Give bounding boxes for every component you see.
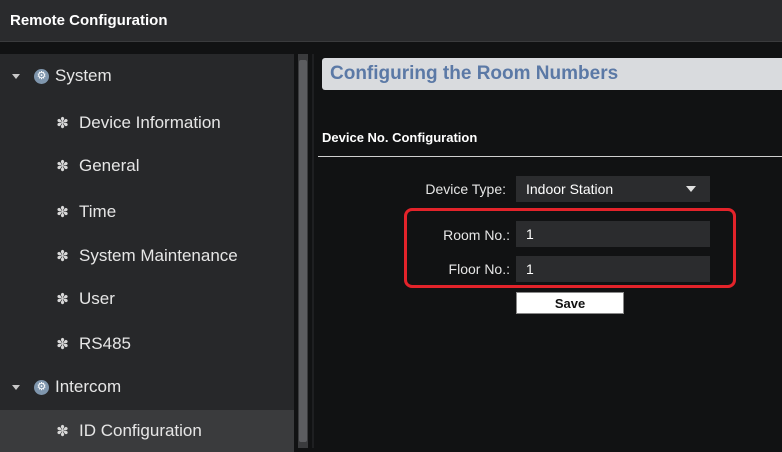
sidebar-item-label: General [79, 156, 140, 175]
gear-icon: ⚙ [34, 379, 49, 395]
sidebar-group-label: System [55, 66, 112, 85]
sidebar-item-label: RS485 [79, 334, 131, 353]
sidebar-item-id-configuration[interactable]: ✽ ID Configuration [0, 410, 294, 452]
section-divider [318, 156, 782, 157]
sidebar-group-intercom[interactable]: ⚙ Intercom [8, 366, 121, 408]
chevron-down-icon[interactable] [12, 384, 20, 390]
gear-icon: ⚙ [34, 68, 49, 84]
gear-icon: ✽ [56, 248, 69, 265]
save-button[interactable]: Save [516, 292, 624, 314]
page-title: Configuring the Room Numbers [322, 58, 782, 90]
sidebar-item-label: Device Information [79, 113, 221, 132]
chevron-down-icon[interactable] [686, 186, 696, 192]
divider [312, 54, 314, 448]
sidebar-group-system[interactable]: ⚙ System [8, 55, 112, 97]
gear-icon: ✽ [56, 291, 69, 308]
sidebar-item-label: Time [79, 202, 117, 221]
gear-icon: ✽ [56, 158, 69, 175]
device-type-label: Device Type: [425, 181, 506, 197]
sidebar-item-general[interactable]: ✽ General [54, 145, 139, 187]
section-title: Device No. Configuration [322, 130, 478, 145]
gear-icon: ✽ [56, 115, 69, 132]
device-type-value: Indoor Station [526, 181, 614, 197]
sidebar-item-label: ID Configuration [79, 421, 202, 440]
sidebar-scrollbar[interactable] [298, 54, 308, 448]
sidebar-item-time[interactable]: ✽ Time [54, 191, 116, 233]
sidebar-item-user[interactable]: ✽ User [54, 278, 115, 320]
sidebar-item-rs485[interactable]: ✽ RS485 [54, 323, 131, 365]
sidebar-item-device-information[interactable]: ✽ Device Information [54, 102, 221, 144]
gear-icon: ✽ [56, 336, 69, 353]
sidebar-item-label: System Maintenance [79, 246, 238, 265]
highlight-box [404, 208, 736, 288]
chevron-down-icon[interactable] [12, 73, 20, 79]
device-type-select[interactable]: Indoor Station [516, 176, 710, 202]
scrollbar-thumb[interactable] [299, 60, 307, 442]
gear-icon: ✽ [56, 204, 69, 221]
sidebar-item-label: User [79, 289, 115, 308]
sidebar-item-system-maintenance[interactable]: ✽ System Maintenance [54, 235, 238, 277]
gear-icon: ✽ [56, 423, 69, 440]
window-title: Remote Configuration [0, 0, 782, 42]
sidebar-group-label: Intercom [55, 377, 122, 396]
